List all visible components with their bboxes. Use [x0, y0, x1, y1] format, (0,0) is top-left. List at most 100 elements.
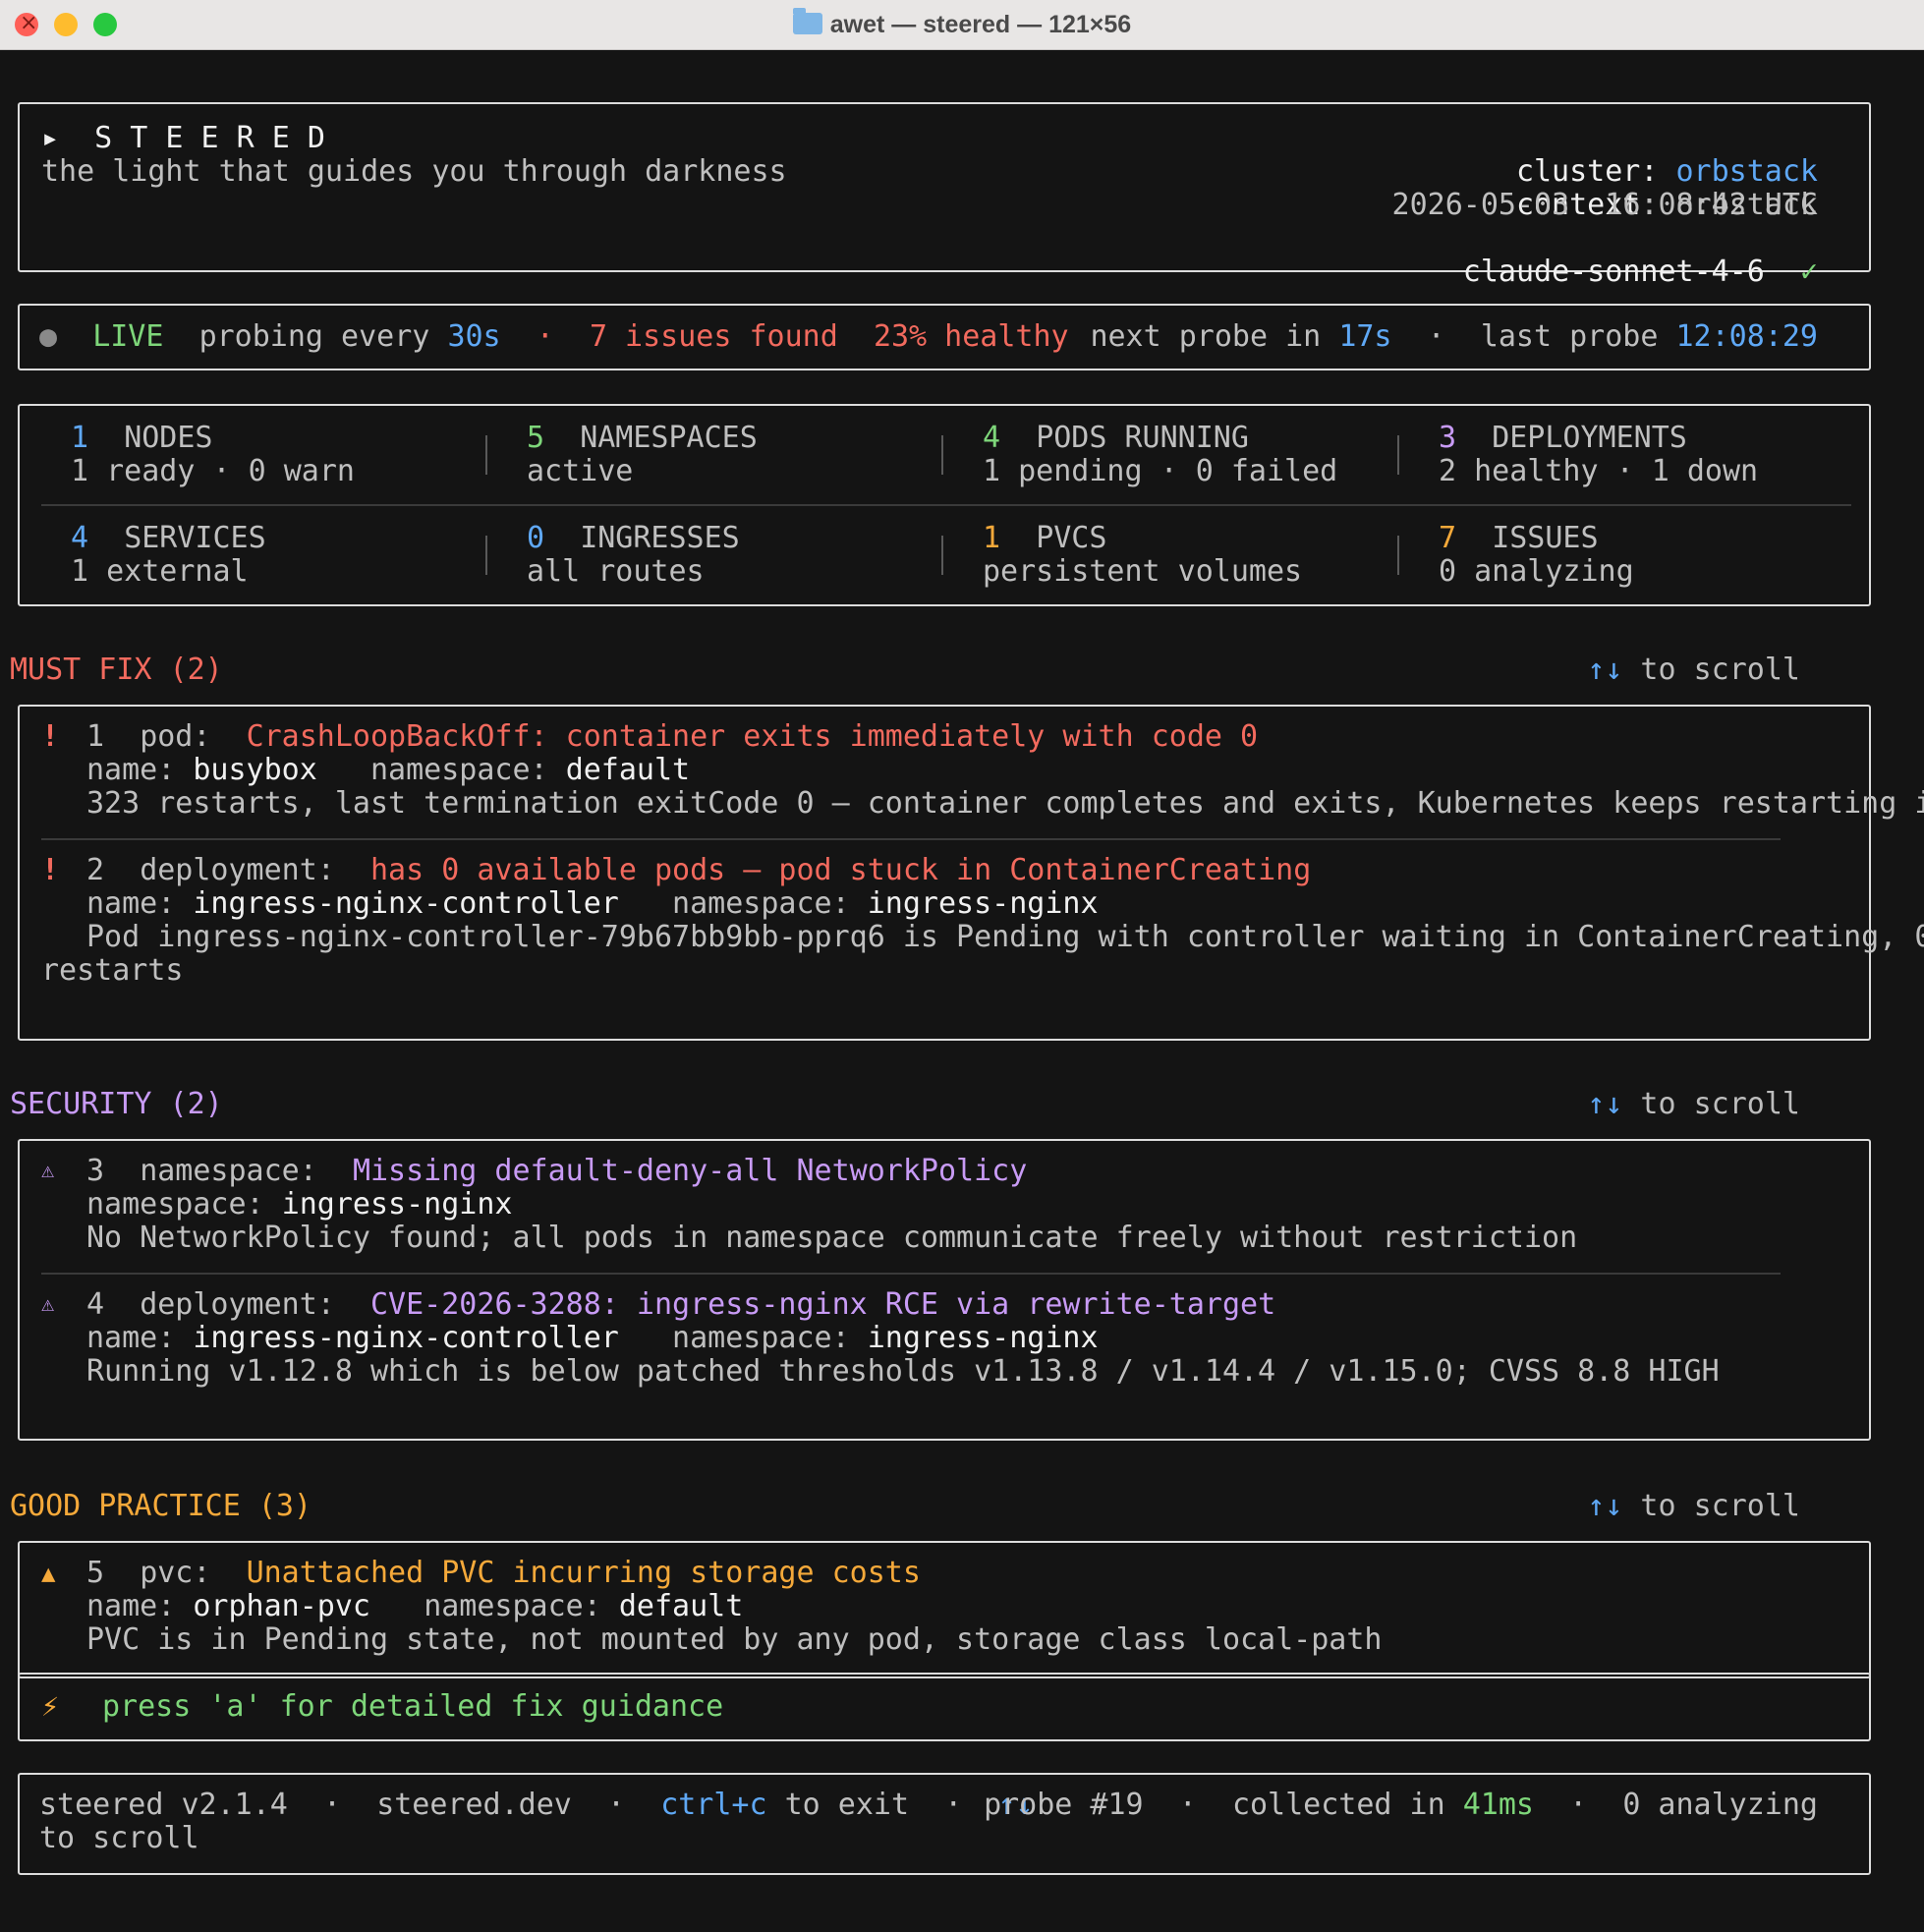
issue-title-row[interactable]: 3 namespace: Missing default-deny-all Ne…	[86, 1155, 1027, 1188]
stat-subtext: 1 external	[71, 554, 249, 589]
stat-card-deployments: 3 DEPLOYMENTS 2 healthy · 1 down	[1439, 422, 1758, 488]
issue-detail: Running v1.12.8 which is below patched t…	[86, 1354, 1720, 1389]
app-logo: ▸ S T E E R E D	[41, 121, 325, 155]
title-bar: awet — steered — 121×56	[0, 0, 1924, 50]
stat-label: SERVICES	[124, 521, 266, 555]
hint-text: press 'a' for detailed fix guidance	[102, 1689, 724, 1724]
column-separator	[1397, 435, 1399, 475]
dot-separator: ·	[1569, 1788, 1588, 1822]
issue-title: CrashLoopBackOff: container exits immedi…	[246, 719, 1259, 754]
stat-card-services: 4 SERVICES 1 external	[71, 522, 266, 589]
dot-separator: ·	[1178, 1788, 1197, 1822]
datetime: 2026-05-03 16:08:42 UTC	[1391, 188, 1818, 222]
stat-subtext: 0 analyzing	[1439, 554, 1634, 589]
issue-title-row[interactable]: 1 pod: CrashLoopBackOff: container exits…	[86, 720, 1258, 754]
footer-left: steered v2.1.4 · steered.dev · ctrl+c to…	[39, 1789, 1034, 1822]
scroll-hint-text: to scroll	[1622, 1087, 1800, 1121]
item-divider	[41, 838, 1781, 840]
issue-title: Unattached PVC incurring storage costs	[246, 1556, 921, 1590]
issue-meta-row: name: orphan-pvc namespace: default	[86, 1590, 743, 1623]
issue-kind: deployment:	[140, 1287, 335, 1322]
window-title: awet — steered — 121×56	[829, 11, 1132, 38]
stat-label: NAMESPACES	[580, 421, 758, 455]
critical-marker-icon: !	[41, 853, 60, 887]
stat-subtext: active	[527, 454, 634, 488]
stat-label: ISSUES	[1492, 521, 1599, 555]
health-percent: 23% healthy	[873, 319, 1069, 354]
window-title-group: awet — steered — 121×56	[0, 8, 1924, 41]
column-separator	[941, 536, 943, 575]
stat-card-pods-running: 4 PODS RUNNING 1 pending · 0 failed	[983, 422, 1337, 488]
column-separator	[941, 435, 943, 475]
tagline: the light that guides you through darkne…	[41, 154, 787, 189]
hint-bar: ⚡ press 'a' for detailed fix guidance	[18, 1673, 1871, 1741]
namespace-value: ingress-nginx	[867, 886, 1099, 921]
must-fix-panel[interactable]: ! 1 pod: CrashLoopBackOff: container exi…	[18, 705, 1924, 1041]
stat-subtext: persistent volumes	[983, 554, 1303, 589]
dot-separator: ·	[536, 319, 554, 354]
must-fix-heading: MUST FIX (2)	[10, 653, 223, 687]
issue-meta-row: name: busybox namespace: default	[86, 754, 690, 787]
folder-icon	[792, 8, 822, 34]
namespace-label: namespace:	[370, 753, 548, 787]
stat-label: PVCS	[1036, 521, 1107, 555]
status-bar: ● LIVE probing every 30s · 7 issues foun…	[18, 304, 1871, 370]
namespace-value: ingress-nginx	[867, 1321, 1099, 1355]
check-icon: ✓	[1799, 255, 1818, 289]
dot-separator: ·	[1427, 319, 1445, 354]
scroll-hint-text: to scroll	[1622, 653, 1800, 687]
issue-title: CVE-2026-3288: ingress-nginx RCE via rew…	[370, 1287, 1276, 1322]
item-divider	[41, 1273, 1781, 1275]
dot-separator: ·	[607, 1788, 626, 1822]
column-separator	[485, 536, 487, 575]
live-badge: LIVE	[92, 319, 164, 354]
issue-number: 3	[86, 1154, 105, 1188]
stat-subtext: all routes	[527, 554, 705, 589]
issue-title-row[interactable]: 4 deployment: CVE-2026-3288: ingress-ngi…	[86, 1288, 1275, 1322]
namespace-value: default	[618, 1589, 744, 1623]
header-panel: ▸ S T E E R E D the light that guides yo…	[18, 102, 1871, 289]
namespace-value: default	[565, 753, 691, 787]
last-probe-label: last probe	[1480, 319, 1659, 354]
issue-detail-wrap: restarts	[41, 953, 184, 988]
exit-label: to exit	[784, 1788, 910, 1822]
stat-card-issues: 7 ISSUES 0 analyzing	[1439, 522, 1634, 589]
scroll-arrows-icon: ↑↓	[1587, 653, 1623, 687]
live-dot-icon: ●	[39, 319, 58, 354]
issue-kind: pod:	[140, 719, 211, 754]
terminal-window: awet — steered — 121×56 ▸ S T E E R E D …	[0, 0, 1924, 1932]
stat-card-nodes: 1 NODES 1 ready · 0 warn	[71, 422, 355, 488]
security-panel[interactable]: ⚠ 3 namespace: Missing default-deny-all …	[18, 1139, 1871, 1441]
issue-title-row[interactable]: 5 pvc: Unattached PVC incurring storage …	[86, 1557, 921, 1590]
model-name: claude-sonnet-4-6	[1462, 255, 1765, 289]
issue-title-row[interactable]: 2 deployment: has 0 available pods – pod…	[86, 854, 1311, 887]
stat-card-namespaces: 5 NAMESPACES active	[527, 422, 758, 488]
issue-kind: pvc:	[140, 1556, 211, 1590]
stats-panel: 1 NODES 1 ready · 0 warn 5 NAMESPACES activ…	[18, 404, 1871, 606]
issue-kind: namespace:	[140, 1154, 317, 1188]
issue-meta-row: namespace: ingress-nginx	[86, 1188, 513, 1222]
probe-number: probe #19	[984, 1788, 1144, 1822]
stat-label: INGRESSES	[580, 521, 740, 555]
name-label: name:	[86, 753, 176, 787]
good-practice-scroll-hint[interactable]: ↑↓ to scroll	[1587, 1490, 1800, 1523]
namespace-label: namespace:	[672, 886, 850, 921]
status-right: next probe in 17s · last probe 12:08:29	[1090, 320, 1818, 354]
probe-interval: 30s	[447, 319, 501, 354]
stat-count: 1	[71, 421, 89, 455]
stat-subtext: 2 healthy · 1 down	[1439, 454, 1759, 488]
must-fix-scroll-hint[interactable]: ↑↓ to scroll	[1587, 653, 1800, 687]
name-label: name:	[86, 886, 176, 921]
issue-kind: deployment:	[140, 853, 335, 887]
namespace-label: namespace:	[424, 1589, 601, 1623]
good-practice-panel[interactable]: ▲ 5 pvc: Unattached PVC incurring storag…	[18, 1541, 1871, 1678]
stats-divider	[41, 504, 1851, 506]
site-link[interactable]: steered.dev	[376, 1788, 572, 1822]
stat-label: PODS RUNNING	[1036, 421, 1249, 455]
status-left: ● LIVE probing every 30s · 7 issues foun…	[39, 320, 1069, 354]
collected-time: 41ms	[1462, 1788, 1534, 1822]
resource-name: busybox	[193, 753, 317, 787]
security-scroll-hint[interactable]: ↑↓ to scroll	[1587, 1088, 1800, 1121]
issue-detail: 323 restarts, last termination exitCode …	[86, 786, 1924, 821]
warning-icon: ⚠	[41, 1292, 55, 1317]
